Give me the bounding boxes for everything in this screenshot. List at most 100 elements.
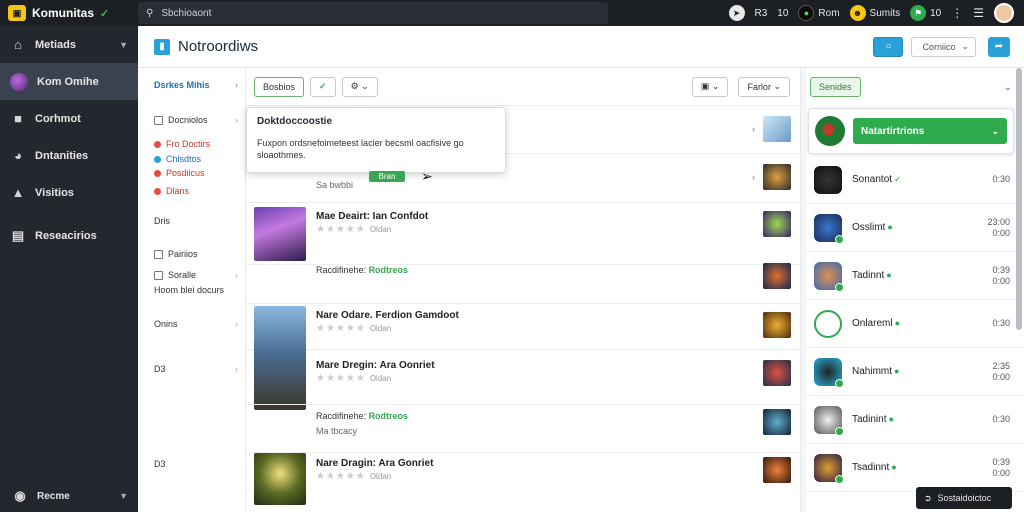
filter-item-soralle[interactable]: Soralle › [154, 270, 238, 280]
top-item-10[interactable]: 10 [777, 8, 788, 19]
user-row[interactable]: Tsadinnt ● 0:39 0:00 [806, 444, 1024, 492]
game-thumbnail-icon[interactable] [763, 360, 791, 386]
view-toggle-button[interactable]: ○ [873, 36, 904, 57]
list-item[interactable]: Racdifinehe: Rodtreos [246, 263, 801, 304]
search-icon: ⚲ [146, 7, 154, 19]
user-time: 0:30 [992, 174, 1010, 184]
game-thumbnail-icon[interactable] [763, 457, 791, 483]
list-item[interactable]: Mare Dregin: Ara Oonriet ★★★★★ Oldan [246, 350, 801, 405]
filter-heading[interactable]: Dsrkes Mihis › [154, 80, 238, 90]
top-right-menu: ➤ R3 10 ● Rom ☻ Sumits ⚑ 10 ⋮ ☰ [728, 3, 1024, 23]
share-button[interactable]: ➦ [988, 36, 1010, 57]
online-badge [835, 378, 844, 388]
list-icon: ▤ [11, 227, 25, 243]
user-name: Tadinnt ● [852, 270, 892, 281]
header-select[interactable]: Corniico ⌄ [911, 36, 976, 57]
brand[interactable]: ▣ Komunitas ✓ [0, 5, 138, 21]
filter-group-docniolos[interactable]: Docniolos › [154, 115, 238, 125]
scrollbar[interactable] [1016, 68, 1022, 330]
check-button[interactable]: ✓ [310, 76, 336, 97]
row-tag: Racdifinehe: Rodtreos [316, 411, 409, 421]
view-dropdown[interactable]: ▣ ⌄ [691, 76, 729, 97]
row-tag: Racdifinehe: Rodtreos [316, 265, 409, 275]
game-thumbnail-icon[interactable] [763, 164, 791, 190]
game-thumbnail-icon[interactable] [763, 211, 791, 237]
top-item-rom[interactable]: ● Rom [798, 5, 840, 21]
chevron-down-icon: ▼ [119, 39, 128, 50]
list-item[interactable]: Racdifinehe: Rodtreos Ma tbcacy [246, 405, 801, 453]
chat-icon: ■ [14, 111, 22, 126]
status-dot-icon [154, 169, 161, 177]
profile-avatar[interactable] [994, 3, 1014, 23]
sidebar-item-reseacirios[interactable]: ▤ Reseacirios [0, 217, 138, 254]
game-thumbnail-icon[interactable] [763, 263, 791, 289]
user-row[interactable]: Sonantot ✓ 0:30 [806, 156, 1024, 204]
checkbox[interactable] [154, 270, 163, 280]
list-item[interactable]: Nare Dragin: Ara Gonriet ★★★★★ Oldan [246, 453, 801, 512]
list-item[interactable]: Nare Odare. Ferdion Gamdoot ★★★★★ Oldan [246, 304, 801, 410]
game-cover-image[interactable] [254, 453, 306, 505]
sidebar-item-corhmot[interactable]: ■ Corhmot [0, 100, 138, 137]
top-item-sumits[interactable]: ☻ Sumits [849, 5, 900, 21]
row-title[interactable]: Mare Dregin: Ara Oonriet [316, 360, 435, 371]
top-item-flag[interactable]: ⚑ 10 [910, 5, 941, 21]
gear-icon: ⚙ [350, 81, 359, 91]
brand-name: Komunitas [32, 6, 95, 20]
game-thumbnail-icon[interactable] [763, 409, 791, 435]
sidebar-item-visitios[interactable]: ▲ Visitios [0, 174, 138, 211]
right-panel: Senides ⌄ Natartirtrions ⌄ Sonantot ✓ 0:3… [806, 68, 1024, 512]
avatar [814, 405, 844, 436]
chevron-right-icon: › [235, 364, 238, 374]
chevron-right-icon[interactable]: › [752, 124, 755, 134]
filter-item[interactable]: Fro Doctirs [154, 139, 238, 149]
top-item-r3[interactable]: R3 [755, 8, 768, 19]
toast-button[interactable]: ➲ Sostaidoictoc [916, 487, 1012, 509]
chevron-right-icon[interactable]: › [752, 172, 755, 182]
pin-icon[interactable]: ➤ [728, 5, 745, 21]
user-row[interactable]: Onlareml ● 0:30 [806, 300, 1024, 348]
sort-button[interactable]: Bosbios [254, 76, 305, 97]
user-row[interactable]: Osslimt ● 23:00 0:00 [806, 204, 1024, 252]
sidebar-item-dntanities[interactable]: ◕ Dntanities [0, 137, 138, 174]
search-placeholder: Sbchioaont [161, 7, 212, 19]
user-row[interactable]: Tadinint ● 0:30 [806, 396, 1024, 444]
online-badge [835, 282, 844, 292]
row-title[interactable]: Nare Odare. Ferdion Gamdoot [316, 310, 459, 321]
settings-dropdown[interactable]: ⚙ ⌄ [341, 76, 378, 97]
filter-item[interactable]: Dlans [154, 186, 238, 196]
chevron-right-icon: › [235, 80, 238, 90]
user-row[interactable]: Nahimmt ● 2:35 0:00 [806, 348, 1024, 396]
checkbox[interactable] [154, 249, 163, 259]
filter-label-d3[interactable]: D3 › [154, 364, 238, 374]
chevron-right-icon: › [235, 319, 238, 329]
user-time: 0:30 [992, 414, 1010, 424]
search-input[interactable]: ⚲ Sbchioaont [138, 2, 608, 24]
filter-dropdown[interactable]: Farlor ⌄ [738, 76, 790, 97]
row-title[interactable]: Mae Deairt: Ian Confdot [316, 211, 428, 222]
game-cover-image[interactable] [254, 207, 306, 261]
list-item[interactable]: Mae Deairt: Ian Confdot ★★★★★ Oldan [246, 203, 801, 265]
user-row[interactable]: Tadinnt ● 0:39 0:00 [806, 252, 1024, 300]
sidebar-item-metiads[interactable]: ⌂ Metiads ▼ [0, 26, 138, 63]
filter-item[interactable]: Posdiicus [154, 168, 238, 178]
game-thumbnail-icon[interactable] [763, 116, 791, 142]
popover-title: Doktdoccoostie [257, 116, 333, 127]
status-badge[interactable]: Bran [369, 171, 405, 182]
notifications-button[interactable]: Natartirtrions ⌄ [853, 118, 1007, 144]
filter-label-onins[interactable]: Onins › [154, 319, 238, 329]
toolbar-right: ▣ ⌄ Farlor ⌄ [691, 76, 800, 97]
chevron-down-icon[interactable]: ⌄ [1004, 82, 1012, 93]
sidebar-footer[interactable]: ◉ Recme ▼ [0, 488, 138, 504]
row-subtitle: Ma tbcacy [316, 426, 358, 436]
menu-icon[interactable]: ⋮ [951, 6, 963, 20]
status-dot-icon [154, 140, 161, 148]
senides-tag[interactable]: Senides [810, 77, 861, 97]
sidebar-item-kom-omihe[interactable]: Kom Omihe [0, 63, 138, 100]
filter-item[interactable]: Chlsdtos [154, 154, 238, 164]
hamburger-icon[interactable]: ☰ [973, 6, 984, 20]
row-title[interactable]: Nare Dragin: Ara Gonriet [316, 458, 433, 469]
game-thumbnail-icon[interactable] [763, 312, 791, 338]
checkbox[interactable] [154, 115, 163, 125]
avatar [814, 357, 844, 388]
filter-item-pairiios[interactable]: Pairiios [154, 249, 238, 259]
